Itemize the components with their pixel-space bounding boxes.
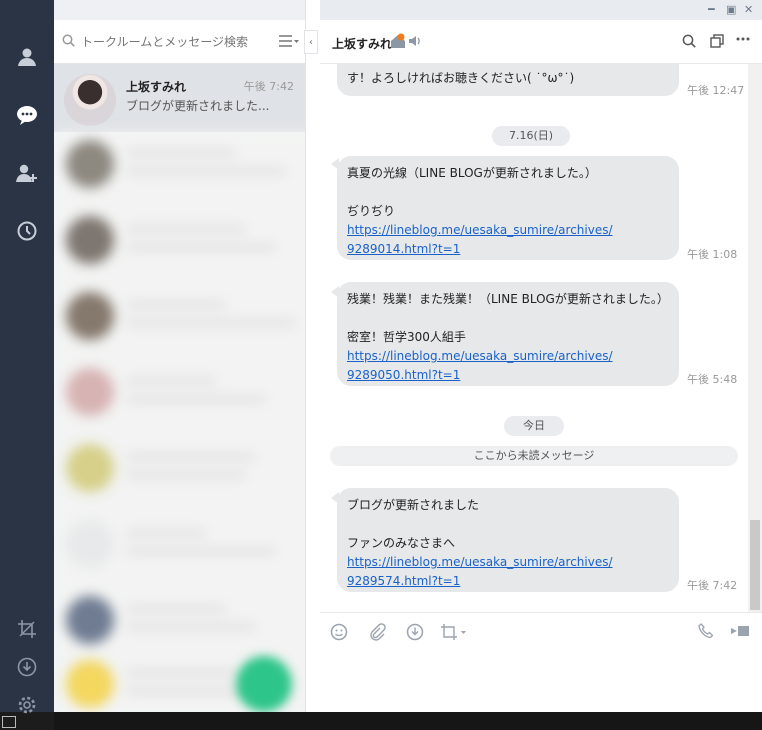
message-time: 午後 5:48 — [687, 373, 738, 386]
message-line-blank — [347, 515, 669, 534]
user-icon[interactable] — [14, 44, 40, 70]
message-line-blank — [347, 309, 669, 328]
message-line: す！よろしければお聴きください( ˙°ω°˙) — [347, 71, 575, 85]
message-link[interactable]: https://lineblog.me/uesaka_sumire/archiv… — [347, 221, 669, 240]
line-app-window: 上坂すみれ 午後 7:42 ブログが更新されました... ‹ ━ ▣ ✕ 上坂す… — [0, 0, 762, 714]
message-bubble[interactable]: 真夏の光線（LINE BLOGが更新されました。） ぢりぢり https://l… — [337, 156, 679, 260]
message-time: 午後 12:47 — [687, 84, 745, 97]
video-call-icon[interactable] — [730, 623, 750, 643]
emoji-icon[interactable] — [330, 623, 348, 645]
message-line: ファンのみなさまへ — [347, 536, 456, 550]
minimize-icon[interactable]: ━ — [708, 3, 715, 16]
chat-item-preview: ブログが更新されました... — [126, 99, 270, 113]
chat-item-time: 午後 7:42 — [243, 80, 294, 93]
window-titlebar: ━ ▣ ✕ — [320, 0, 762, 20]
message-line: 真夏の光線（LINE BLOGが更新されました。） — [347, 166, 597, 180]
chat-title: 上坂すみれ — [332, 37, 393, 51]
maximize-icon[interactable]: ▣ — [726, 3, 736, 16]
unread-divider: ここから未読メッセージ — [330, 446, 738, 466]
gear-icon[interactable] — [14, 692, 40, 718]
message-bubble[interactable]: す！よろしければお聴きください( ˙°ω°˙) — [337, 64, 679, 96]
date-separator: 7.16(日) — [492, 126, 570, 146]
message-line: ブログが更新されました — [347, 498, 480, 512]
list-titlebar — [54, 0, 305, 20]
taskbar-strip — [54, 712, 762, 730]
message-line: 残業！残業！また残業！（LINE BLOGが更新されました。） — [347, 292, 669, 306]
message-link[interactable]: 9289050.html?t=1 — [347, 366, 669, 385]
chat-item-name: 上坂すみれ — [126, 80, 187, 94]
message-link[interactable]: https://lineblog.me/uesaka_sumire/archiv… — [347, 553, 669, 572]
screenshot-icon[interactable] — [440, 623, 468, 645]
message-link[interactable]: 9289014.html?t=1 — [347, 240, 669, 259]
message-line-blank — [347, 183, 669, 202]
chat-icon[interactable] — [14, 102, 40, 128]
chat-header: 上坂すみれ — [320, 20, 762, 64]
clock-icon[interactable] — [14, 218, 40, 244]
avatar — [64, 74, 116, 126]
blurred-chat-list — [54, 132, 305, 712]
attach-icon[interactable] — [368, 623, 386, 645]
save-icon[interactable] — [406, 623, 424, 645]
date-separator: 今日 — [504, 416, 564, 436]
close-icon[interactable]: ✕ — [744, 3, 753, 16]
message-scrollbar[interactable] — [748, 64, 762, 612]
chat-list-panel: 上坂すみれ 午後 7:42 ブログが更新されました... — [54, 0, 306, 712]
message-time: 午後 7:42 — [687, 579, 738, 592]
search-input[interactable] — [81, 34, 271, 49]
add-friend-icon[interactable] — [14, 160, 40, 186]
new-chat-fab[interactable] — [236, 656, 292, 712]
image-viewer-icon[interactable] — [2, 716, 16, 728]
message-area: す！よろしければお聴きください( ˙°ω°˙) 午後 12:47 7.16(日)… — [320, 64, 748, 612]
message-link[interactable]: https://lineblog.me/uesaka_sumire/archiv… — [347, 347, 669, 366]
chat-list-item-active[interactable]: 上坂すみれ 午後 7:42 ブログが更新されました... — [54, 64, 305, 132]
message-bubble[interactable]: 残業！残業！また残業！（LINE BLOGが更新されました。） 密室！哲学300… — [337, 282, 679, 386]
chat-window: ━ ▣ ✕ 上坂すみれ す！よろしければお聴きください(˙°ω°˙) 午後 1… — [320, 0, 762, 712]
message-line: ぢりぢり — [347, 204, 396, 218]
message-time: 午後 1:08 — [687, 248, 738, 261]
home-icon[interactable] — [390, 33, 406, 53]
search-icon — [62, 32, 75, 51]
collapse-panel-button[interactable]: ‹ — [304, 30, 318, 54]
message-line: 密室！哲学300人組手 — [347, 330, 466, 344]
sidebar-rail — [0, 0, 54, 714]
message-composer — [320, 612, 762, 712]
search-icon[interactable] — [682, 34, 696, 52]
search-bar — [54, 20, 305, 64]
message-link[interactable]: 9289574.html?t=1 — [347, 572, 669, 591]
crop-icon[interactable] — [14, 616, 40, 642]
scrollbar-thumb[interactable] — [750, 520, 760, 610]
sort-menu-icon[interactable] — [279, 32, 299, 51]
message-bubble[interactable]: ブログが更新されました ファンのみなさまへ https://lineblog.m… — [337, 488, 679, 592]
more-icon[interactable] — [736, 32, 750, 50]
voice-call-icon[interactable] — [698, 623, 714, 643]
download-icon[interactable] — [14, 654, 40, 680]
copy-icon[interactable] — [710, 34, 724, 52]
speaker-icon[interactable] — [408, 35, 422, 51]
